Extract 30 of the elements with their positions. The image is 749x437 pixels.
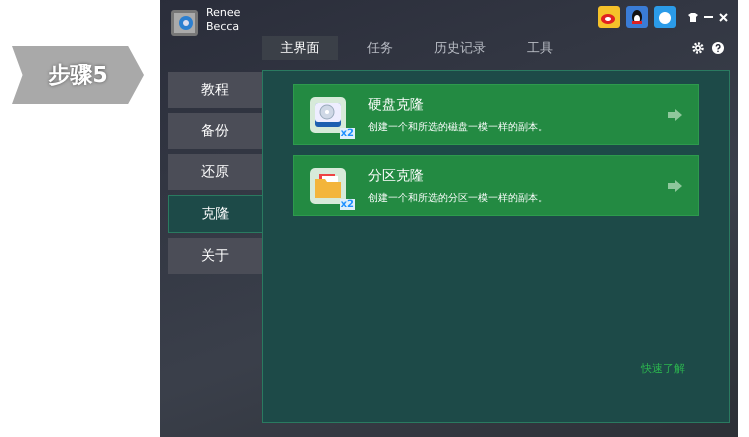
arrow-right-icon xyxy=(668,108,682,120)
sidebar-item[interactable]: 关于 xyxy=(168,238,262,274)
safe-icon xyxy=(170,8,200,38)
clone-option-card[interactable]: x2 硬盘克隆 创建一个和所选的磁盘一模一样的副本。 xyxy=(293,84,699,145)
sidebar-item[interactable]: 克隆 xyxy=(168,195,262,233)
step-badge: 步骤5 xyxy=(12,46,144,104)
tab[interactable]: 工具 xyxy=(502,36,578,60)
minimize-icon[interactable] xyxy=(704,16,713,18)
settings-icon[interactable] xyxy=(692,42,704,54)
shirt-icon[interactable] xyxy=(688,12,698,22)
tab[interactable]: 历史记录 xyxy=(422,36,498,60)
arrow-right-icon xyxy=(668,180,682,192)
brand-name: Becca xyxy=(206,20,240,34)
multiplier-badge: x2 xyxy=(340,128,355,138)
multiplier-badge: x2 xyxy=(340,198,355,210)
quick-guide-link[interactable]: 快速了解 xyxy=(641,361,685,376)
clone-option-card[interactable]: x2 分区克隆 创建一个和所选的分区一模一样的副本。 xyxy=(293,155,699,216)
sidebar-item[interactable]: 备份 xyxy=(168,113,262,149)
tab[interactable]: 主界面 xyxy=(262,36,338,60)
close-icon[interactable] xyxy=(719,12,728,22)
card-title: 分区克隆 xyxy=(368,166,425,184)
tab[interactable]: 任务 xyxy=(342,36,418,60)
sidebar-item[interactable]: 还原 xyxy=(168,154,262,190)
sidebar-item[interactable]: 教程 xyxy=(168,72,262,108)
card-title: 硬盘克隆 xyxy=(368,96,425,114)
card-description: 创建一个和所选的分区一模一样的副本。 xyxy=(368,192,549,204)
brand-name: Renee xyxy=(206,6,240,20)
penguin-icon[interactable] xyxy=(626,6,648,28)
card-description: 创建一个和所选的磁盘一模一样的副本。 xyxy=(368,120,549,134)
help-icon[interactable] xyxy=(712,42,724,54)
